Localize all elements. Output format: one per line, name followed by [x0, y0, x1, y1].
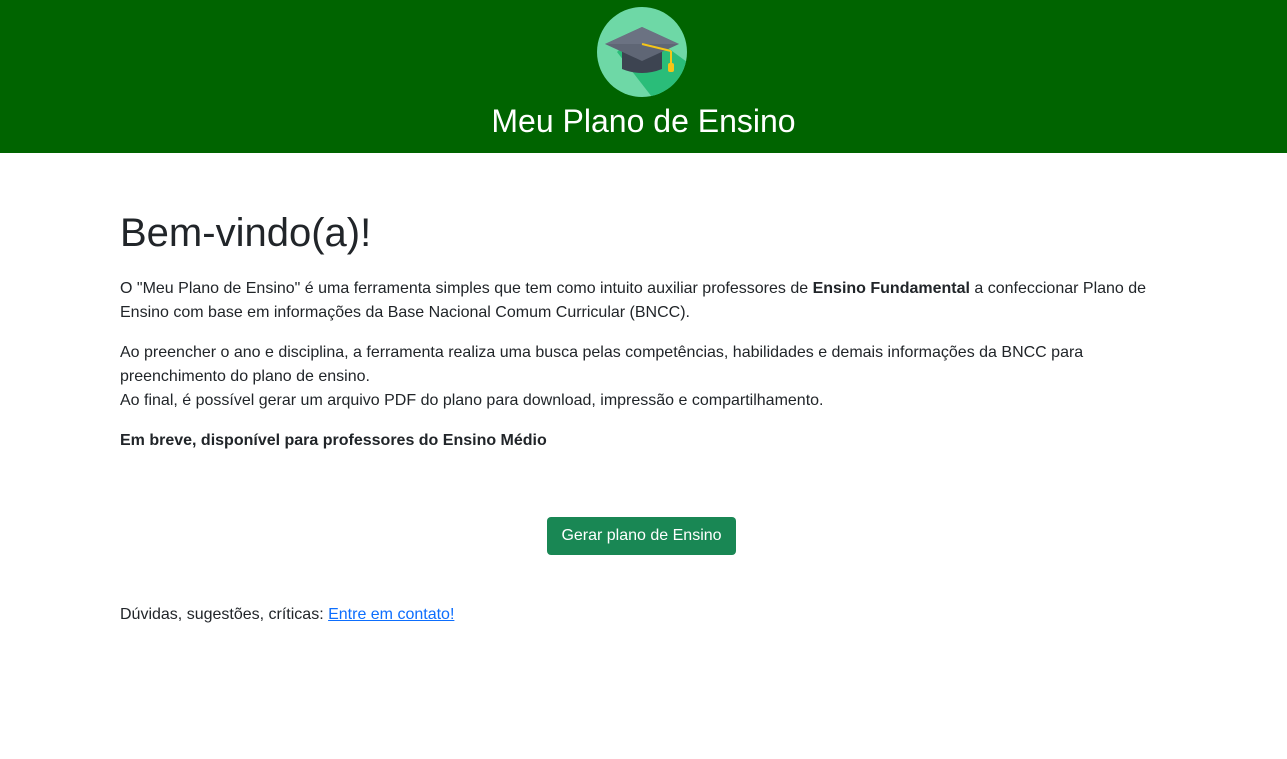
- description-line-1: Ao preencher o ano e disciplina, a ferra…: [120, 344, 1084, 385]
- generate-plan-button[interactable]: Gerar plano de Ensino: [547, 517, 736, 555]
- description-line-2: Ao final, é possível gerar um arquivo PD…: [120, 392, 824, 409]
- contact-link[interactable]: Entre em contato!: [328, 606, 454, 623]
- graduation-cap-icon: [597, 7, 687, 97]
- contact-prefix: Dúvidas, sugestões, críticas:: [120, 606, 329, 623]
- coming-soon-notice: Em breve, disponível para professores do…: [120, 432, 547, 449]
- contact-line: Dúvidas, sugestões, críticas: Entre em c…: [120, 603, 454, 627]
- intro-bold-text: Ensino Fundamental: [812, 280, 970, 297]
- intro-text-start: O "Meu Plano de Ensino" é uma ferramenta…: [120, 280, 813, 297]
- description-paragraph: Ao preencher o ano e disciplina, a ferra…: [120, 341, 1160, 413]
- site-header: Meu Plano de Ensino: [0, 0, 1287, 153]
- intro-paragraph: O "Meu Plano de Ensino" é uma ferramenta…: [120, 277, 1160, 325]
- page-title: Bem-vindo(a)!: [120, 211, 372, 255]
- site-title: Meu Plano de Ensino: [491, 103, 796, 139]
